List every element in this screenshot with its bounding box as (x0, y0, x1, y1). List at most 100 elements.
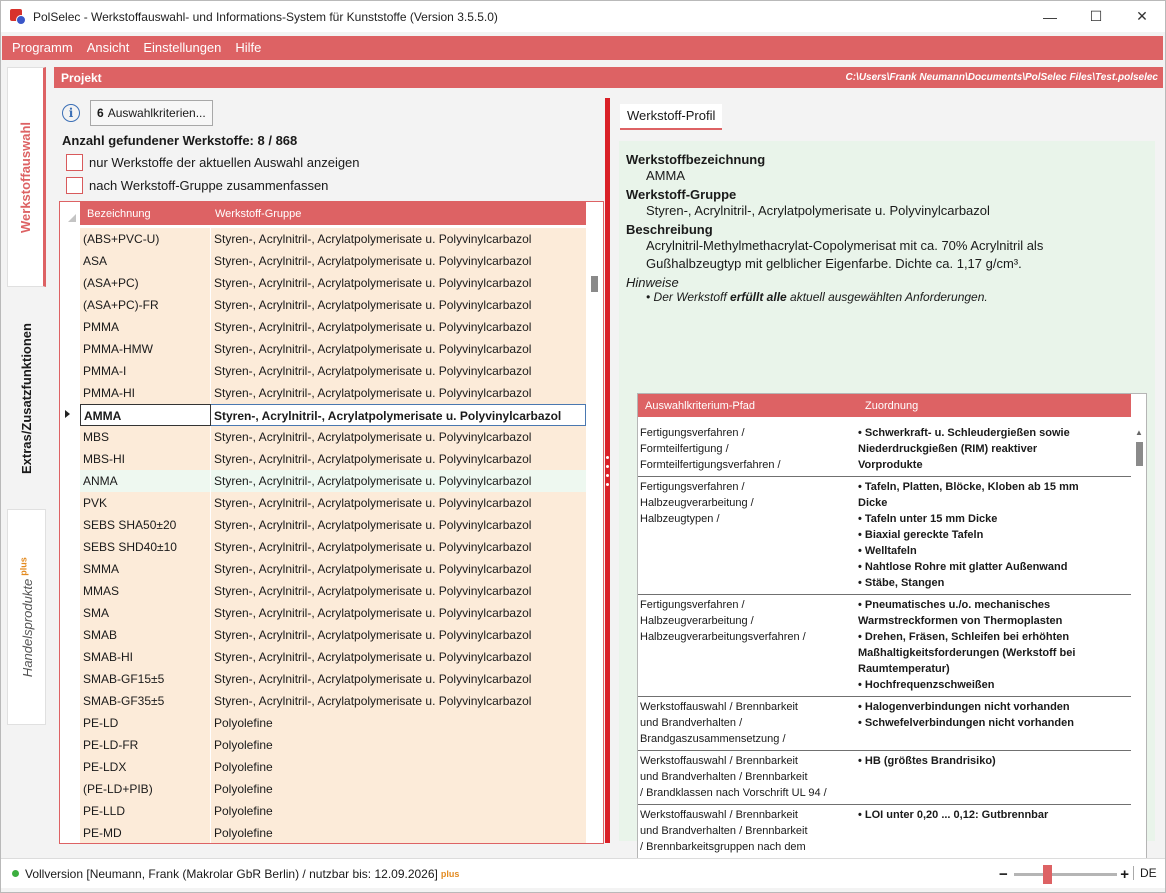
cell-group: Styren-, Acrylnitril-, Acrylatpolymerisa… (214, 430, 532, 444)
path-line: und Brandverhalten / Brennbarkeit (640, 771, 808, 783)
cell-name: (ASA+PC)-FR (80, 294, 211, 316)
table-row[interactable]: AMMA Styren-, Acrylnitril-, Acrylatpolyme… (65, 404, 586, 426)
table-row[interactable]: PE-LLD Polyolefine (80, 800, 586, 822)
side-tabs: Werkstoffauswahl Extras/Zusatzfunktionen… (7, 67, 49, 857)
checkbox[interactable] (66, 154, 83, 171)
checkbox[interactable] (66, 177, 83, 194)
status-text: Vollversion [Neumann, Frank (Makrolar Gb… (25, 866, 438, 881)
assignment-line: Warmstreckformen von Thermoplasten (858, 615, 1063, 627)
cell-name: (PE-LD+PIB) (80, 778, 211, 800)
cell-group: Styren-, Acrylnitril-, Acrylatpolymerisa… (211, 404, 586, 426)
table-row[interactable]: ASA Styren-, Acrylnitril-, Acrylatpolymer… (80, 250, 586, 272)
scroll-up-icon[interactable]: ▲ (1135, 428, 1143, 437)
cell-group: Polyolefine (214, 782, 273, 796)
table-row[interactable]: (ASA+PC) Styren-, Acrylnitril-, Acrylatpo… (80, 272, 586, 294)
table-row[interactable]: (ABS+PVC-U) Styren-, Acrylnitril-, Acryla… (80, 228, 586, 250)
table-row[interactable]: PMMA-HMW Styren-, Acrylnitril-, Acrylatpo… (80, 338, 586, 360)
table-row[interactable]: SMMA Styren-, Acrylnitril-, Acrylatpolyme… (80, 558, 586, 580)
table-row[interactable]: SMAB-GF15±5 Styren-, Acrylnitril-, Acryla… (80, 668, 586, 690)
assignment-line: • Tafeln unter 15 mm Dicke (858, 513, 998, 525)
table-row[interactable]: PMMA Styren-, Acrylnitril-, Acrylatpolyme… (80, 316, 586, 338)
plus-badge: plus (18, 557, 29, 576)
title-bar: PolSelec - Werkstoffauswahl- und Informa… (1, 1, 1165, 32)
path-line: Brandgaszusammensetzung / (640, 733, 786, 745)
cell-group: Styren-, Acrylnitril-, Acrylatpolymerisa… (214, 298, 532, 312)
path-line: Formteilfertigungsverfahren / (640, 459, 781, 471)
tab-werkstoffauswahl[interactable]: Werkstoffauswahl (7, 67, 46, 287)
criteria-scrollbar-thumb[interactable] (1136, 442, 1143, 466)
language-indicator[interactable]: DE (1133, 866, 1157, 880)
project-label: Projekt (61, 70, 102, 85)
menu-einstellungen[interactable]: Einstellungen (136, 36, 228, 60)
table-row[interactable]: (ASA+PC)-FR Styren-, Acrylnitril-, Acryla… (80, 294, 586, 316)
cell-name: PE-LD-FR (80, 734, 211, 756)
cell-group: Polyolefine (214, 738, 273, 752)
bez-title: Werkstoffbezeichnung (626, 152, 766, 167)
col-header-group[interactable]: Werkstoff-Gruppe (211, 208, 586, 220)
info-row: i 6 Auswahlkriterien... (62, 100, 213, 126)
maximize-icon[interactable]: ☐ (1073, 1, 1119, 32)
table-row[interactable]: PE-LDX Polyolefine (80, 756, 586, 778)
group-value: Styren-, Acrylnitril-, Acrylatpolymerisa… (646, 203, 990, 218)
criteria-assignment: • Tafeln, Platten, Blöcke, Kloben ab 15 … (858, 479, 1131, 591)
checkbox-label: nur Werkstoffe der aktuellen Auswahl anz… (89, 155, 360, 170)
table-row[interactable]: ANMA Styren-, Acrylnitril-, Acrylatpolyme… (80, 470, 586, 492)
table-row[interactable]: (PE-LD+PIB) Polyolefine (80, 778, 586, 800)
criteria-row[interactable]: Fertigungsverfahren / Formteilfertigung /… (638, 423, 1131, 477)
table-row[interactable]: SEBS SHA50±20 Styren-, Acrylnitril-, Acry… (80, 514, 586, 536)
table-row[interactable]: SMAB Styren-, Acrylnitril-, Acrylatpolyme… (80, 624, 586, 646)
criteria-row[interactable]: Fertigungsverfahren / Halbzeugverarbeitun… (638, 595, 1131, 697)
cell-name: SMAB-GF35±5 (80, 690, 211, 712)
assignment-line: Niederdruckgießen (RIM) reaktiver (858, 443, 1038, 455)
table-row[interactable]: SMAB-HI Styren-, Acrylnitril-, Acrylatpol… (80, 646, 586, 668)
checkbox-group-by[interactable]: nach Werkstoff-Gruppe zusammenfassen (66, 177, 328, 194)
app-icon (10, 8, 26, 25)
table-row[interactable]: PE-LD-FR Polyolefine (80, 734, 586, 756)
criteria-row[interactable]: Fertigungsverfahren / Halbzeugverarbeitun… (638, 477, 1131, 595)
grid-body: (ABS+PVC-U) Styren-, Acrylnitril-, Acryla… (65, 228, 586, 843)
cell-group: Styren-, Acrylnitril-, Acrylatpolymerisa… (214, 254, 532, 268)
cell-group: Polyolefine (214, 826, 273, 840)
table-row[interactable]: SMA Styren-, Acrylnitril-, Acrylatpolymer… (80, 602, 586, 624)
cell-group: Styren-, Acrylnitril-, Acrylatpolymerisa… (214, 606, 532, 620)
grid-scrollbar-thumb[interactable] (591, 276, 598, 292)
table-row[interactable]: PMMA-HI Styren-, Acrylnitril-, Acrylatpol… (80, 382, 586, 404)
assignment-line: Raumtemperatur) (858, 663, 950, 675)
desc-title: Beschreibung (626, 222, 713, 237)
table-row[interactable]: MMAS Styren-, Acrylnitril-, Acrylatpolyme… (80, 580, 586, 602)
checkbox-current-selection[interactable]: nur Werkstoffe der aktuellen Auswahl anz… (66, 154, 360, 171)
menu-ansicht[interactable]: Ansicht (80, 36, 137, 60)
cell-group: Styren-, Acrylnitril-, Acrylatpolymerisa… (214, 584, 532, 598)
zoom-in-button[interactable]: + (1120, 866, 1129, 883)
criteria-row[interactable]: Werkstoffauswahl / Brennbarkeit und Brand… (638, 697, 1131, 751)
table-row[interactable]: SEBS SHD40±10 Styren-, Acrylnitril-, Acry… (80, 536, 586, 558)
info-icon[interactable]: i (62, 104, 80, 122)
tab-handelsprodukte[interactable]: Handelsprodukte plus (7, 509, 46, 725)
path-line: Werkstoffauswahl / Brennbarkeit (640, 809, 798, 821)
close-icon[interactable]: ✕ (1119, 1, 1165, 32)
criteria-button[interactable]: 6 Auswahlkriterien... (90, 100, 213, 126)
menu-programm[interactable]: Programm (2, 36, 80, 60)
col-header-assign[interactable]: Zuordnung (858, 400, 1131, 412)
table-row[interactable]: MBS Styren-, Acrylnitril-, Acrylatpolymer… (80, 426, 586, 448)
tab-werkstoff-profil[interactable]: Werkstoff-Profil (620, 104, 723, 130)
tab-extras[interactable]: Extras/Zusatzfunktionen (7, 289, 46, 507)
col-header-name[interactable]: Bezeichnung (80, 208, 211, 220)
criteria-assignment: • Pneumatisches u./o. mechanisches Warmst… (858, 597, 1131, 693)
criteria-row[interactable]: Werkstoffauswahl / Brennbarkeit und Brand… (638, 751, 1131, 805)
col-header-path[interactable]: Auswahlkriterium-Pfad (638, 400, 858, 412)
zoom-slider[interactable] (1013, 864, 1118, 884)
table-row[interactable]: PE-MD Polyolefine (80, 822, 586, 843)
table-row[interactable]: PE-LD Polyolefine (80, 712, 586, 734)
minimize-icon[interactable]: — (1027, 1, 1073, 32)
menu-hilfe[interactable]: Hilfe (228, 36, 268, 60)
table-row[interactable]: PMMA-I Styren-, Acrylnitril-, Acrylatpoly… (80, 360, 586, 382)
cell-name: PMMA-HI (80, 382, 211, 404)
zoom-slider-thumb[interactable] (1042, 864, 1052, 884)
table-row[interactable]: PVK Styren-, Acrylnitril-, Acrylatpolymer… (80, 492, 586, 514)
table-row[interactable]: SMAB-GF35±5 Styren-, Acrylnitril-, Acryla… (80, 690, 586, 712)
criteria-path: Werkstoffauswahl / Brennbarkeit und Brand… (638, 699, 858, 747)
cell-group: Polyolefine (214, 716, 273, 730)
table-row[interactable]: MBS-HI Styren-, Acrylnitril-, Acrylatpoly… (80, 448, 586, 470)
zoom-out-button[interactable]: − (999, 866, 1011, 883)
